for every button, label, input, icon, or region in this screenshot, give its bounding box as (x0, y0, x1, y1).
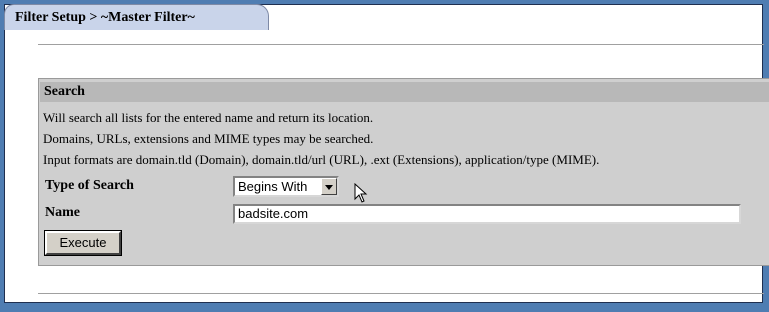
search-panel: Search Will search all lists for the ent… (38, 78, 769, 266)
name-input-value: badsite.com (238, 206, 309, 221)
info-line-3: Input formats are domain.tld (Domain), d… (43, 152, 600, 167)
tab-filter-setup[interactable]: Filter Setup > ~Master Filter~ (4, 4, 269, 30)
type-of-search-value: Begins With (238, 179, 308, 194)
panel-heading: Search (40, 82, 769, 102)
divider-bottom (38, 293, 764, 294)
name-input[interactable]: badsite.com (233, 204, 741, 224)
name-label: Name (45, 205, 80, 220)
execute-button[interactable]: Execute (44, 230, 122, 256)
type-of-search-select[interactable]: Begins With (233, 176, 339, 197)
divider-top (38, 44, 764, 45)
tab-title: Filter Setup > ~Master Filter~ (15, 10, 195, 25)
info-line-1: Will search all lists for the entered na… (43, 110, 374, 125)
type-of-search-label: Type of Search (45, 178, 134, 193)
chevron-down-icon[interactable] (321, 178, 337, 195)
info-line-2: Domains, URLs, extensions and MIME types… (43, 131, 374, 146)
mouse-pointer-icon (354, 183, 368, 203)
